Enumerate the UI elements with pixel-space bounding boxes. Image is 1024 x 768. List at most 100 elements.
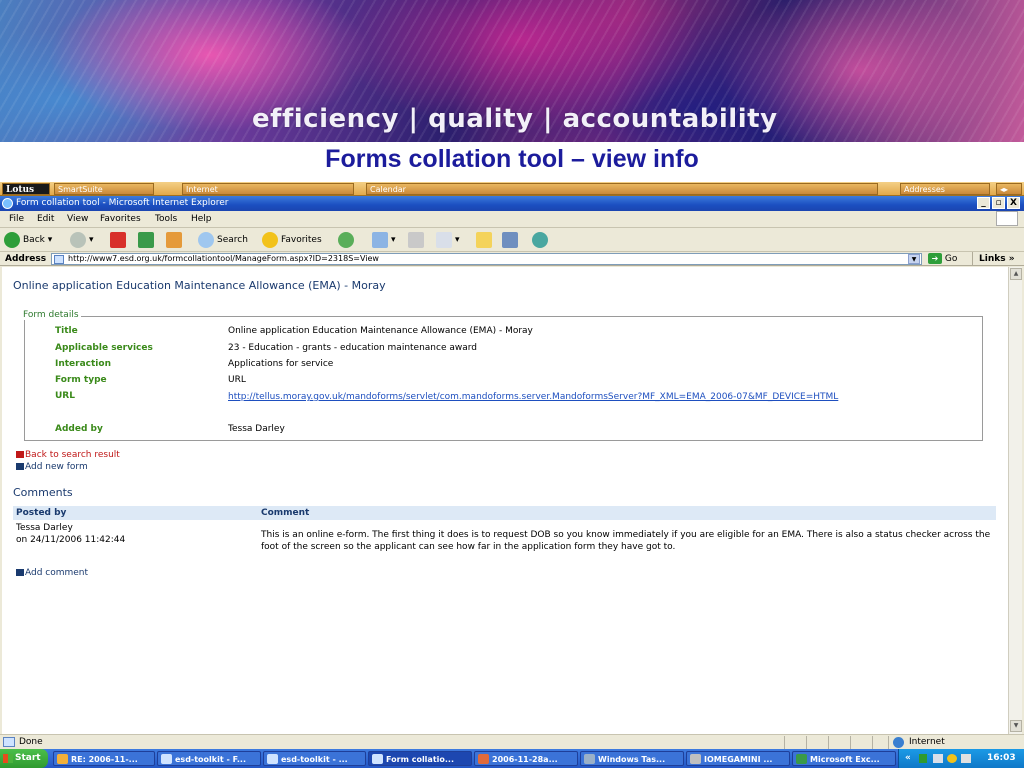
- print-button[interactable]: [408, 231, 427, 249]
- task-label: esd-toolkit - F...: [175, 755, 246, 764]
- favorites-star-icon: [262, 231, 278, 248]
- folder-icon: [476, 231, 492, 248]
- title-label: Title: [55, 326, 78, 336]
- add-comment-link[interactable]: Add comment: [16, 568, 88, 578]
- menu-favorites[interactable]: Favorites: [100, 211, 141, 228]
- home-button[interactable]: [166, 231, 185, 249]
- lotus-addresses-item[interactable]: Addresses: [900, 183, 990, 195]
- comment-date: on 24/11/2006 11:42:44: [16, 535, 126, 545]
- lotus-scroll-arrows[interactable]: ◂▸: [996, 183, 1022, 195]
- lotus-logo[interactable]: Lotus: [2, 183, 50, 195]
- favorites-button[interactable]: Favorites: [262, 231, 322, 249]
- browser-screenshot: Lotus SmartSuite Internet Calendar Addre…: [0, 182, 1024, 768]
- applicable-services-label: Applicable services: [55, 343, 153, 353]
- interaction-value: Applications for service: [228, 359, 334, 369]
- address-url: http://www7.esd.org.uk/formcollationtool…: [68, 254, 379, 263]
- print-icon: [408, 231, 424, 248]
- task-item-powerpoint[interactable]: 2006-11-28a...: [474, 751, 578, 766]
- excel-icon: [796, 754, 807, 764]
- status-text: Done: [19, 737, 43, 747]
- task-item-outlook[interactable]: RE: 2006-11-...: [53, 751, 155, 766]
- added-by-value: Tessa Darley: [228, 424, 285, 434]
- form-url-link[interactable]: http://tellus.moray.gov.uk/mandoforms/se…: [228, 391, 868, 403]
- windows-flag-icon: [3, 754, 13, 763]
- task-item-excel[interactable]: Microsoft Exc...: [792, 751, 896, 766]
- plus-icon: [16, 569, 24, 576]
- menu-bar: File Edit View Favorites Tools Help: [0, 211, 1024, 228]
- toolbar: Back ▾ ▾ Search Favorites ▾ ▾: [0, 228, 1024, 252]
- comments-table-header: Posted by Comment: [13, 506, 996, 520]
- tray-expand-icon[interactable]: «: [905, 749, 911, 768]
- search-icon: [198, 231, 214, 248]
- applicable-services-value: 23 - Education - grants - education main…: [228, 343, 478, 353]
- menu-tools[interactable]: Tools: [155, 211, 177, 228]
- go-label: Go: [944, 254, 958, 264]
- task-item-task-manager[interactable]: Windows Tas...: [580, 751, 684, 766]
- go-button[interactable]: ➔ Go: [928, 252, 957, 266]
- back-arrow-icon: [4, 231, 20, 248]
- tray-network-icon[interactable]: [933, 754, 943, 763]
- tray-volume-icon[interactable]: [961, 754, 971, 763]
- lotus-internet-item[interactable]: Internet: [182, 183, 354, 195]
- minimize-button[interactable]: _: [977, 197, 990, 209]
- close-button[interactable]: X: [1007, 197, 1020, 209]
- back-arrow-icon: [16, 451, 24, 458]
- scroll-up-button[interactable]: ▲: [1010, 268, 1022, 280]
- address-input[interactable]: http://www7.esd.org.uk/formcollationtool…: [51, 253, 922, 265]
- links-label: Links: [979, 254, 1006, 264]
- stop-icon: [110, 231, 126, 248]
- menu-file[interactable]: File: [9, 211, 24, 228]
- mail-button[interactable]: ▾: [372, 231, 396, 249]
- security-zone: Internet: [888, 736, 1024, 749]
- messenger-button[interactable]: [532, 231, 551, 249]
- edit-button[interactable]: ▾: [436, 231, 460, 249]
- lotus-calendar-item[interactable]: Calendar: [366, 183, 878, 195]
- restore-button[interactable]: ▫: [992, 197, 1005, 209]
- research-button[interactable]: [502, 231, 521, 249]
- slide-banner: efficiency | quality | accountability: [0, 0, 1024, 142]
- scroll-down-button[interactable]: ▼: [1010, 720, 1022, 732]
- menu-edit[interactable]: Edit: [37, 211, 54, 228]
- forward-button[interactable]: ▾: [70, 231, 94, 249]
- refresh-icon: [138, 231, 154, 248]
- address-dropdown-button[interactable]: ▼: [908, 254, 920, 264]
- status-cell: [806, 736, 828, 749]
- task-item-form-collation[interactable]: Form collatio...: [368, 751, 472, 766]
- links-button[interactable]: Links »: [972, 252, 1015, 266]
- task-item-esd-toolkit-1[interactable]: esd-toolkit - F...: [157, 751, 261, 766]
- start-button[interactable]: Start: [0, 749, 48, 768]
- add-new-form-link[interactable]: Add new form: [16, 462, 88, 472]
- back-to-search-link[interactable]: Back to search result: [16, 450, 120, 460]
- folder-button[interactable]: [476, 231, 495, 249]
- stop-button[interactable]: [110, 231, 129, 249]
- clock[interactable]: 16:03: [987, 749, 1016, 768]
- plus-icon: [16, 463, 24, 470]
- comment-author: Tessa Darley: [16, 523, 73, 533]
- powerpoint-icon: [478, 754, 489, 764]
- menu-help[interactable]: Help: [191, 211, 212, 228]
- search-label: Search: [217, 235, 248, 245]
- task-item-iomega[interactable]: IOMEGAMINI ...: [686, 751, 790, 766]
- internet-globe-icon: [893, 737, 904, 748]
- ie-icon: [161, 754, 172, 764]
- outlook-icon: [57, 754, 68, 764]
- back-to-search-label: Back to search result: [25, 450, 120, 460]
- page-icon: [54, 255, 64, 264]
- menu-view[interactable]: View: [67, 211, 88, 228]
- slide-title: Forms collation tool – view info: [325, 145, 699, 173]
- refresh-button[interactable]: [138, 231, 157, 249]
- history-button[interactable]: [338, 231, 357, 249]
- lotus-smartsuite-item[interactable]: SmartSuite: [54, 183, 154, 195]
- back-button[interactable]: Back ▾: [4, 231, 52, 249]
- form-type-value: URL: [228, 375, 246, 385]
- comment-text: This is an online e-form. The first thin…: [261, 530, 991, 552]
- vertical-scrollbar[interactable]: ▲ ▼: [1008, 267, 1022, 734]
- task-item-esd-toolkit-2[interactable]: esd-toolkit - ...: [263, 751, 366, 766]
- mail-icon: [372, 231, 388, 248]
- tray-messenger-icon[interactable]: [947, 754, 957, 763]
- tray-app-icon[interactable]: [919, 754, 927, 763]
- comment-header: Comment: [261, 508, 310, 518]
- interaction-label: Interaction: [55, 359, 111, 369]
- system-tray: « 16:03: [898, 749, 1024, 768]
- search-button[interactable]: Search: [198, 231, 248, 249]
